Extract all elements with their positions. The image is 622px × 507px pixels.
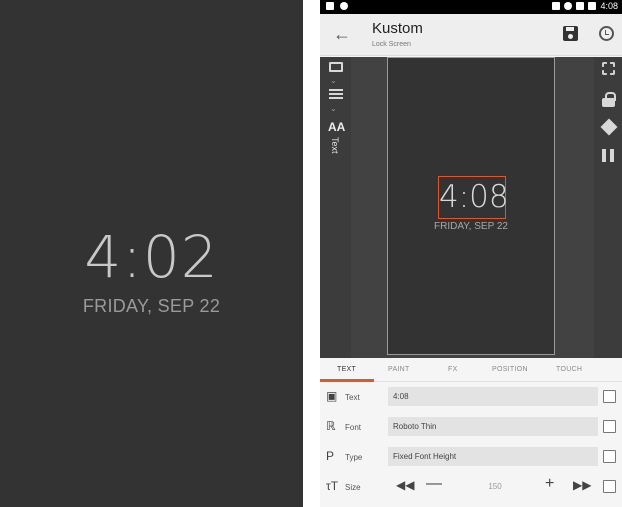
tab-paint[interactable]: PAINT xyxy=(388,366,410,373)
battery-icon xyxy=(588,2,597,10)
decrease-icon[interactable]: — xyxy=(426,475,442,493)
increase-icon[interactable]: + xyxy=(545,475,554,493)
type-value-field[interactable]: Fixed Font Height xyxy=(388,447,598,466)
lock-clock-time: 4:02 xyxy=(84,223,219,291)
size-value[interactable]: 150 xyxy=(480,482,510,491)
tab-fx[interactable]: FX xyxy=(448,366,458,373)
app-subtitle: Lock Screen xyxy=(372,41,411,48)
text-size-icon: τT xyxy=(326,479,339,493)
lock-clock-date: FRIDAY, SEP 22 xyxy=(82,296,221,316)
chevron-down-icon: ⌄ xyxy=(330,104,337,113)
property-label: Text xyxy=(345,393,360,402)
history-icon[interactable] xyxy=(599,26,614,41)
font-value-field[interactable]: Roboto Thin xyxy=(388,417,598,436)
active-tab-indicator xyxy=(320,379,374,382)
lock-screen-preview: 4:02 FRIDAY, SEP 22 xyxy=(0,0,303,507)
list-icon[interactable] xyxy=(329,89,343,101)
save-icon[interactable] xyxy=(563,26,578,41)
property-label: Font xyxy=(345,423,362,432)
font-icon: ℝ xyxy=(326,419,336,433)
text-field-icon: ▣ xyxy=(326,389,338,403)
selected-text-item[interactable]: 4:08 xyxy=(438,176,509,219)
app-title: Kustom xyxy=(372,20,423,37)
back-arrow-icon[interactable]: ← xyxy=(332,22,352,46)
property-label: Size xyxy=(345,483,361,492)
text-value-field[interactable]: 4:08 xyxy=(388,387,598,406)
type-checkbox[interactable] xyxy=(603,450,616,463)
size-stepper: ◀◀ — 150 + ▶▶ xyxy=(388,475,598,496)
data-saver-icon xyxy=(564,2,573,10)
status-bar: 4:08 xyxy=(320,0,622,14)
left-toolbar: ⌄ ⌄ AA Text xyxy=(320,57,351,358)
layers-icon[interactable] xyxy=(600,118,618,136)
tab-position[interactable]: POSITION xyxy=(492,366,528,373)
tab-touch[interactable]: TOUCH xyxy=(556,366,582,373)
kustom-editor-screen: 4:08 ← Kustom Lock Screen ⌄ ⌄ AA Text 4:… xyxy=(320,0,622,507)
fast-decrease-icon[interactable]: ◀◀ xyxy=(396,478,414,492)
text-checkbox[interactable] xyxy=(603,390,616,403)
size-checkbox[interactable] xyxy=(603,480,616,493)
property-label: Type xyxy=(345,453,363,462)
fast-increase-icon[interactable]: ▶▶ xyxy=(573,478,591,492)
folder-icon[interactable] xyxy=(329,62,343,72)
notification-icon xyxy=(326,2,334,10)
property-tabs: TEXT PAINT FX POSITION TOUCH xyxy=(320,358,622,382)
preview-canvas[interactable]: 4:08 FRIDAY, SEP 22 xyxy=(387,57,555,355)
right-toolbar xyxy=(594,57,622,358)
font-checkbox[interactable] xyxy=(603,420,616,433)
paragraph-icon: P xyxy=(326,449,335,463)
property-row-text: ▣ Text 4:08 xyxy=(320,383,622,413)
status-time: 4:08 xyxy=(600,1,618,11)
canvas-date-text[interactable]: FRIDAY, SEP 22 xyxy=(388,221,554,232)
property-row-type: P Type Fixed Font Height xyxy=(320,443,622,473)
app-bar: ← Kustom Lock Screen xyxy=(320,14,622,56)
text-item-label[interactable]: Text xyxy=(330,137,340,154)
text-item-icon[interactable]: AA xyxy=(328,120,345,134)
tab-text[interactable]: TEXT xyxy=(337,366,356,373)
property-row-size: τT Size ◀◀ — 150 + ▶▶ xyxy=(320,473,622,503)
property-row-font: ℝ Font Roboto Thin xyxy=(320,413,622,443)
bluetooth-icon xyxy=(552,2,561,10)
chevron-down-icon: ⌄ xyxy=(330,76,337,85)
signal-icon xyxy=(576,2,585,10)
sync-icon xyxy=(340,2,348,10)
pause-icon[interactable] xyxy=(602,149,614,162)
focus-icon[interactable] xyxy=(602,62,615,75)
editor-preview-area: ⌄ ⌄ AA Text 4:08 FRIDAY, SEP 22 xyxy=(320,57,622,358)
lock-icon[interactable] xyxy=(602,92,616,107)
